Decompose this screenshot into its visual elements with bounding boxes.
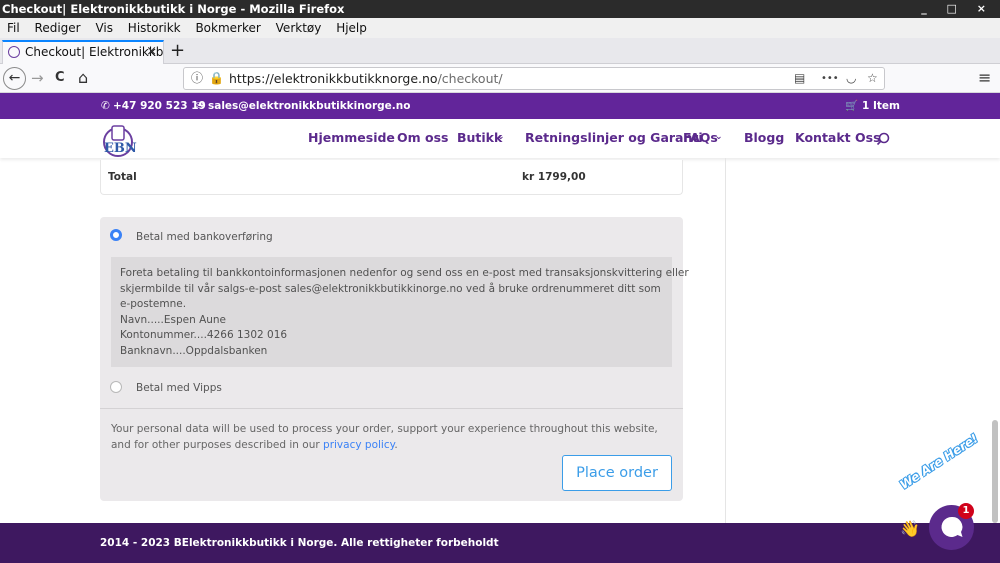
app-menu-icon[interactable]: ≡ (978, 68, 991, 88)
nav-link-kontakt-oss[interactable]: Kontakt Oss (795, 130, 881, 145)
site-logo[interactable]: EBN (101, 123, 141, 157)
menu-bar: Fil Rediger Vis Historikk Bokmerker Verk… (0, 18, 1000, 38)
reload-button[interactable]: C (55, 68, 65, 88)
url-text[interactable]: https://elektronikkbutikknorge.no/checko… (229, 68, 503, 89)
bank-desc-line: Kontonummer....4266 1302 016 (120, 329, 288, 341)
bank-desc-line: Navn.....Espen Aune (120, 313, 227, 326)
nav-link-hjemmeside[interactable]: Hjemmeside (308, 130, 395, 145)
site-header: EBN Hjemmeside Om oss Butikk ⌄ Retningsl… (0, 119, 1000, 158)
reader-view-icon[interactable]: ▤ (794, 68, 805, 89)
lock-icon[interactable]: 🔒 (209, 68, 224, 89)
tab-label: Checkout| Elektronikkbutikk i Norge (25, 45, 164, 59)
order-summary-table: Total kr 1799,00 (100, 160, 683, 195)
nav-toolbar: ← → C ⌂ ⓘ 🔒 https://elektronikkbutikknor… (0, 64, 1000, 93)
bank-transfer-label[interactable]: Betal med bankoverføring (136, 231, 273, 243)
window-title: Checkout| Elektronikkbutikk i Norge - Mo… (2, 2, 345, 16)
tab-close-icon[interactable]: × (146, 42, 157, 62)
nav-link-om-oss[interactable]: Om oss (397, 130, 448, 145)
nav-link-faqs[interactable]: FAQs (683, 130, 718, 145)
logo-text: EBN (104, 141, 137, 156)
bank-transfer-description: Foreta betaling til bankkontoinformasjon… (111, 257, 689, 367)
vipps-label[interactable]: Betal med Vipps (136, 382, 222, 394)
total-label: Total (108, 171, 137, 183)
menu-item-vis[interactable]: Vis (95, 18, 113, 38)
phone-icon: ✆ (101, 100, 110, 112)
forward-button[interactable]: → (31, 68, 44, 88)
menu-item-historikk[interactable]: Historikk (128, 18, 181, 38)
site-footer: 2014 - 2023 BElektronikkbutikk i Norge. … (0, 523, 1000, 563)
chevron-down-icon[interactable]: ⌄ (715, 132, 723, 142)
new-tab-button[interactable]: + (170, 40, 185, 62)
home-button[interactable]: ⌂ (78, 68, 88, 88)
bank-desc-line: skjermbilde til vår salgs-e-post sales@e… (120, 282, 661, 295)
back-button[interactable]: ← (3, 67, 26, 90)
email-address[interactable]: sales@elektronikkbutikkinorge.no (208, 93, 410, 119)
email-icon: ✉ (195, 100, 204, 112)
pocket-icon[interactable]: ◡ (846, 68, 856, 89)
chat-widget-label[interactable]: We Are Here! (897, 431, 980, 492)
place-order-button[interactable]: Place order (562, 455, 672, 491)
sidebar-divider (725, 158, 726, 523)
footer-copyright: 2014 - 2023 BElektronikkbutikk i Norge. … (100, 537, 499, 549)
chevron-down-icon[interactable]: ⌄ (497, 132, 505, 142)
cart-icon[interactable]: 🛒 (845, 93, 858, 119)
waving-hand-icon: 👋 (900, 519, 920, 538)
search-icon[interactable] (876, 132, 890, 146)
nav-link-blogg[interactable]: Blogg (744, 130, 784, 145)
bank-desc-line: e-postemne. (120, 298, 187, 310)
bank-transfer-radio[interactable] (110, 229, 122, 241)
page-scrollbar[interactable] (992, 420, 998, 523)
page-actions-icon[interactable]: ••• (821, 68, 839, 89)
bank-desc-line: Foreta betaling til bankkontoinformasjon… (120, 267, 689, 279)
divider (100, 408, 683, 409)
tab-checkout[interactable]: Checkout| Elektronikkbutikk i Norge × (2, 40, 164, 64)
window-titlebar: Checkout| Elektronikkbutikk i Norge - Mo… (0, 0, 1000, 18)
phone-number[interactable]: +47 920 523 19 (113, 93, 206, 119)
bookmark-star-icon[interactable]: ☆ (867, 68, 878, 89)
site-topbar: ✆ +47 920 523 19 ✉ sales@elektronikkbuti… (0, 93, 1000, 119)
menu-item-fil[interactable]: Fil (7, 18, 20, 38)
url-bar[interactable]: ⓘ 🔒 https://elektronikkbutikknorge.no/ch… (183, 67, 885, 90)
privacy-policy-link[interactable]: privacy policy (323, 439, 394, 451)
nav-link-butikk[interactable]: Butikk (457, 130, 502, 145)
menu-item-hjelp[interactable]: Hjelp (336, 18, 367, 38)
menu-item-rediger[interactable]: Rediger (35, 18, 81, 38)
tab-strip: Checkout| Elektronikkbutikk i Norge × (0, 38, 1000, 64)
menu-item-bokmerker[interactable]: Bokmerker (195, 18, 260, 38)
menu-item-verktoy[interactable]: Verktøy (276, 18, 322, 38)
bank-desc-line: Banknavn....Oppdalsbanken (120, 344, 268, 357)
cart-count[interactable]: 1 Item (862, 93, 900, 119)
vipps-radio[interactable] (110, 381, 122, 393)
window-controls[interactable]: _ □ × (921, 0, 994, 18)
info-icon[interactable]: ⓘ (191, 68, 203, 89)
site-favicon-icon (8, 46, 20, 58)
privacy-notice: Your personal data will be used to proce… (111, 423, 658, 451)
nav-link-retningslinjer[interactable]: Retningslinjer og Garanti (525, 130, 703, 145)
chat-notification-badge: 1 (958, 503, 974, 519)
total-value: kr 1799,00 (522, 171, 586, 183)
